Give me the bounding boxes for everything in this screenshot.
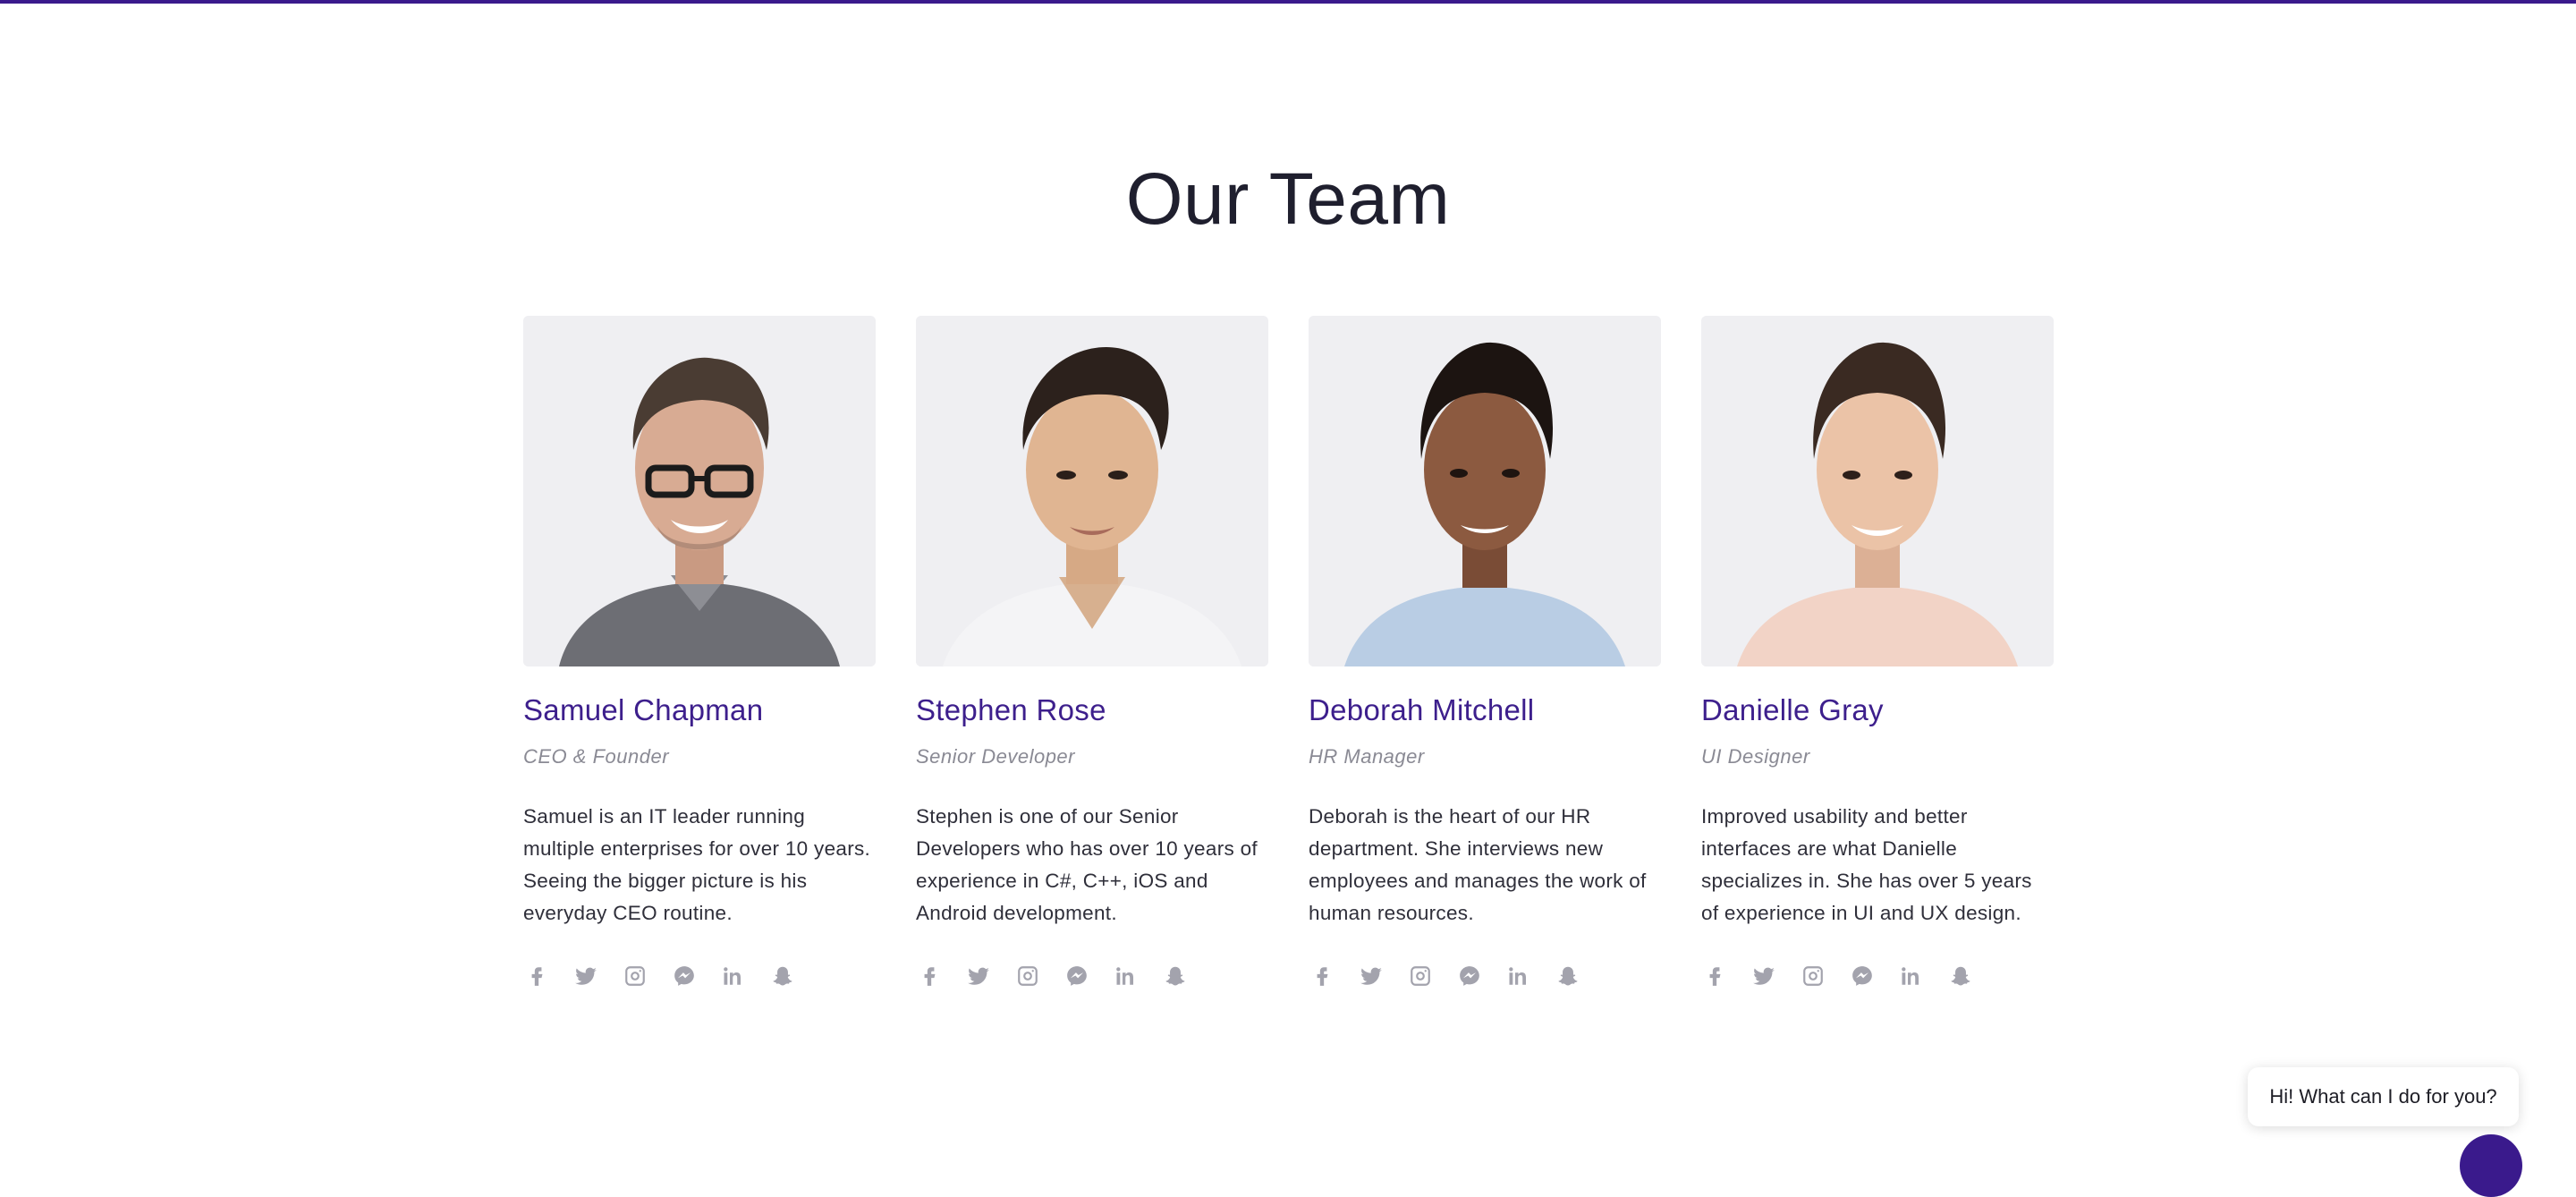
portrait-image [523, 316, 876, 666]
snapchat-icon[interactable] [1555, 960, 1604, 992]
member-role: HR Manager [1309, 745, 1425, 768]
messenger-icon[interactable] [1063, 960, 1113, 992]
social-links [1309, 960, 1604, 992]
linkedin-icon[interactable] [1113, 960, 1162, 992]
section-title: Our Team [1125, 158, 1451, 240]
top-accent-bar [0, 0, 2576, 4]
instagram-icon[interactable] [1800, 960, 1849, 992]
portrait-image [1701, 316, 2054, 666]
member-name[interactable]: Danielle Gray [1701, 693, 2054, 727]
linkedin-icon[interactable] [1505, 960, 1555, 992]
instagram-icon[interactable] [1014, 960, 1063, 992]
instagram-icon[interactable] [622, 960, 671, 992]
social-links [916, 960, 1211, 992]
chat-greeting-bubble[interactable]: Hi! What can I do for you? [2248, 1067, 2519, 1126]
member-name[interactable]: Samuel Chapman [523, 693, 876, 727]
snapchat-icon[interactable] [769, 960, 818, 992]
snapchat-icon[interactable] [1162, 960, 1211, 992]
member-role: CEO & Founder [523, 745, 670, 768]
portrait-image [1309, 316, 1661, 666]
twitter-icon[interactable] [572, 960, 622, 992]
team-grid: Samuel Chapman CEO & Founder Samuel is a… [523, 316, 2054, 996]
messenger-icon[interactable] [671, 960, 720, 992]
messenger-icon[interactable] [1849, 960, 1898, 992]
member-name[interactable]: Deborah Mitchell [1309, 693, 1661, 727]
twitter-icon[interactable] [1750, 960, 1800, 992]
linkedin-icon[interactable] [1898, 960, 1947, 992]
instagram-icon[interactable] [1407, 960, 1456, 992]
member-photo [1701, 316, 2054, 666]
social-links [523, 960, 818, 992]
member-role: UI Designer [1701, 745, 1810, 768]
facebook-icon[interactable] [916, 960, 965, 992]
messenger-icon[interactable] [1456, 960, 1505, 992]
member-bio: Stephen is one of our Senior Developers … [916, 805, 1258, 924]
portrait-image [916, 316, 1268, 666]
member-bio: Samuel is an IT leader running multiple … [523, 805, 871, 924]
twitter-icon[interactable] [965, 960, 1014, 992]
member-role: Senior Developer [916, 745, 1075, 768]
twitter-icon[interactable] [1358, 960, 1407, 992]
facebook-icon[interactable] [1309, 960, 1358, 992]
member-photo [916, 316, 1268, 666]
chat-icon[interactable] [2460, 1134, 2522, 1197]
member-photo [1309, 316, 1661, 666]
social-links [1701, 960, 1996, 992]
facebook-icon[interactable] [523, 960, 572, 992]
facebook-icon[interactable] [1701, 960, 1750, 992]
linkedin-icon[interactable] [720, 960, 769, 992]
member-name[interactable]: Stephen Rose [916, 693, 1268, 727]
snapchat-icon[interactable] [1947, 960, 1996, 992]
member-bio: Deborah is the heart of our HR departmen… [1309, 805, 1647, 924]
member-bio: Improved usability and better interfaces… [1701, 805, 2032, 924]
member-photo [523, 316, 876, 666]
